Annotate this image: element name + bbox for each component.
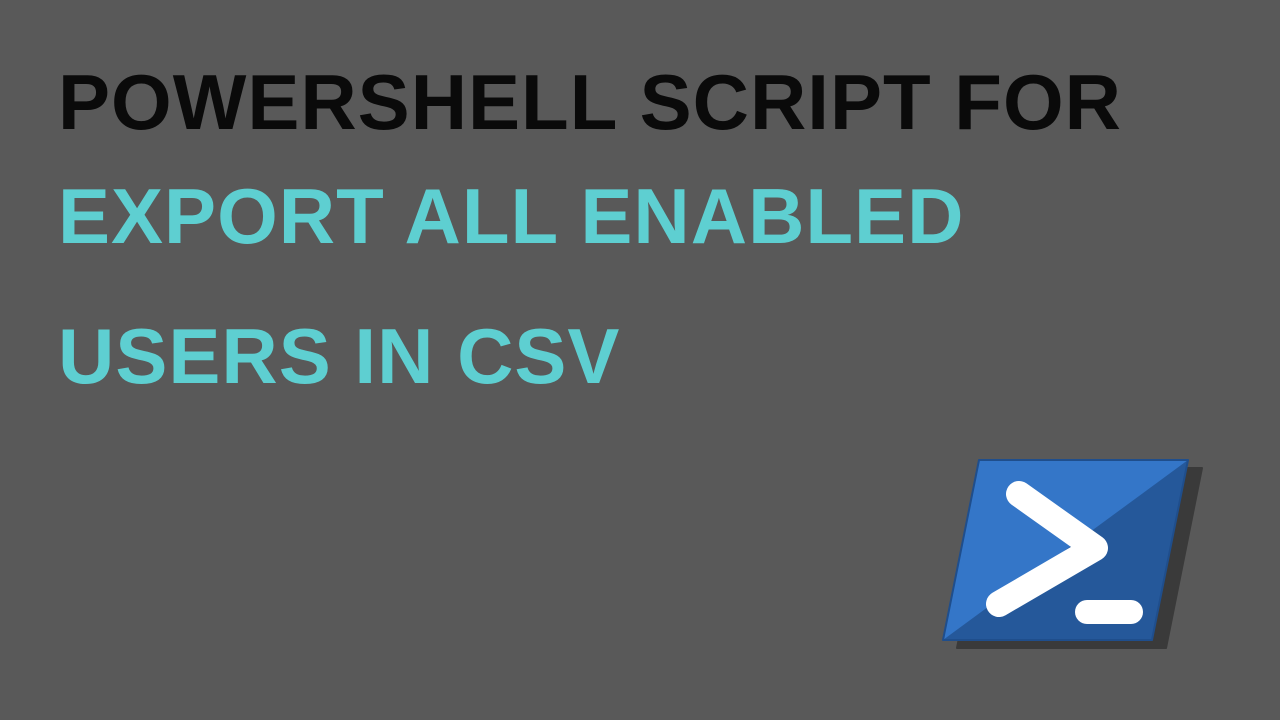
heading-line-3: USERS IN CSV <box>58 316 1240 398</box>
heading-line-1: POWERSHELL SCRIPT FOR <box>58 62 1240 144</box>
heading-line-2: EXPORT ALL ENABLED <box>58 176 1240 258</box>
title-card: POWERSHELL SCRIPT FOR EXPORT ALL ENABLED… <box>58 62 1240 398</box>
powershell-icon <box>933 450 1198 650</box>
